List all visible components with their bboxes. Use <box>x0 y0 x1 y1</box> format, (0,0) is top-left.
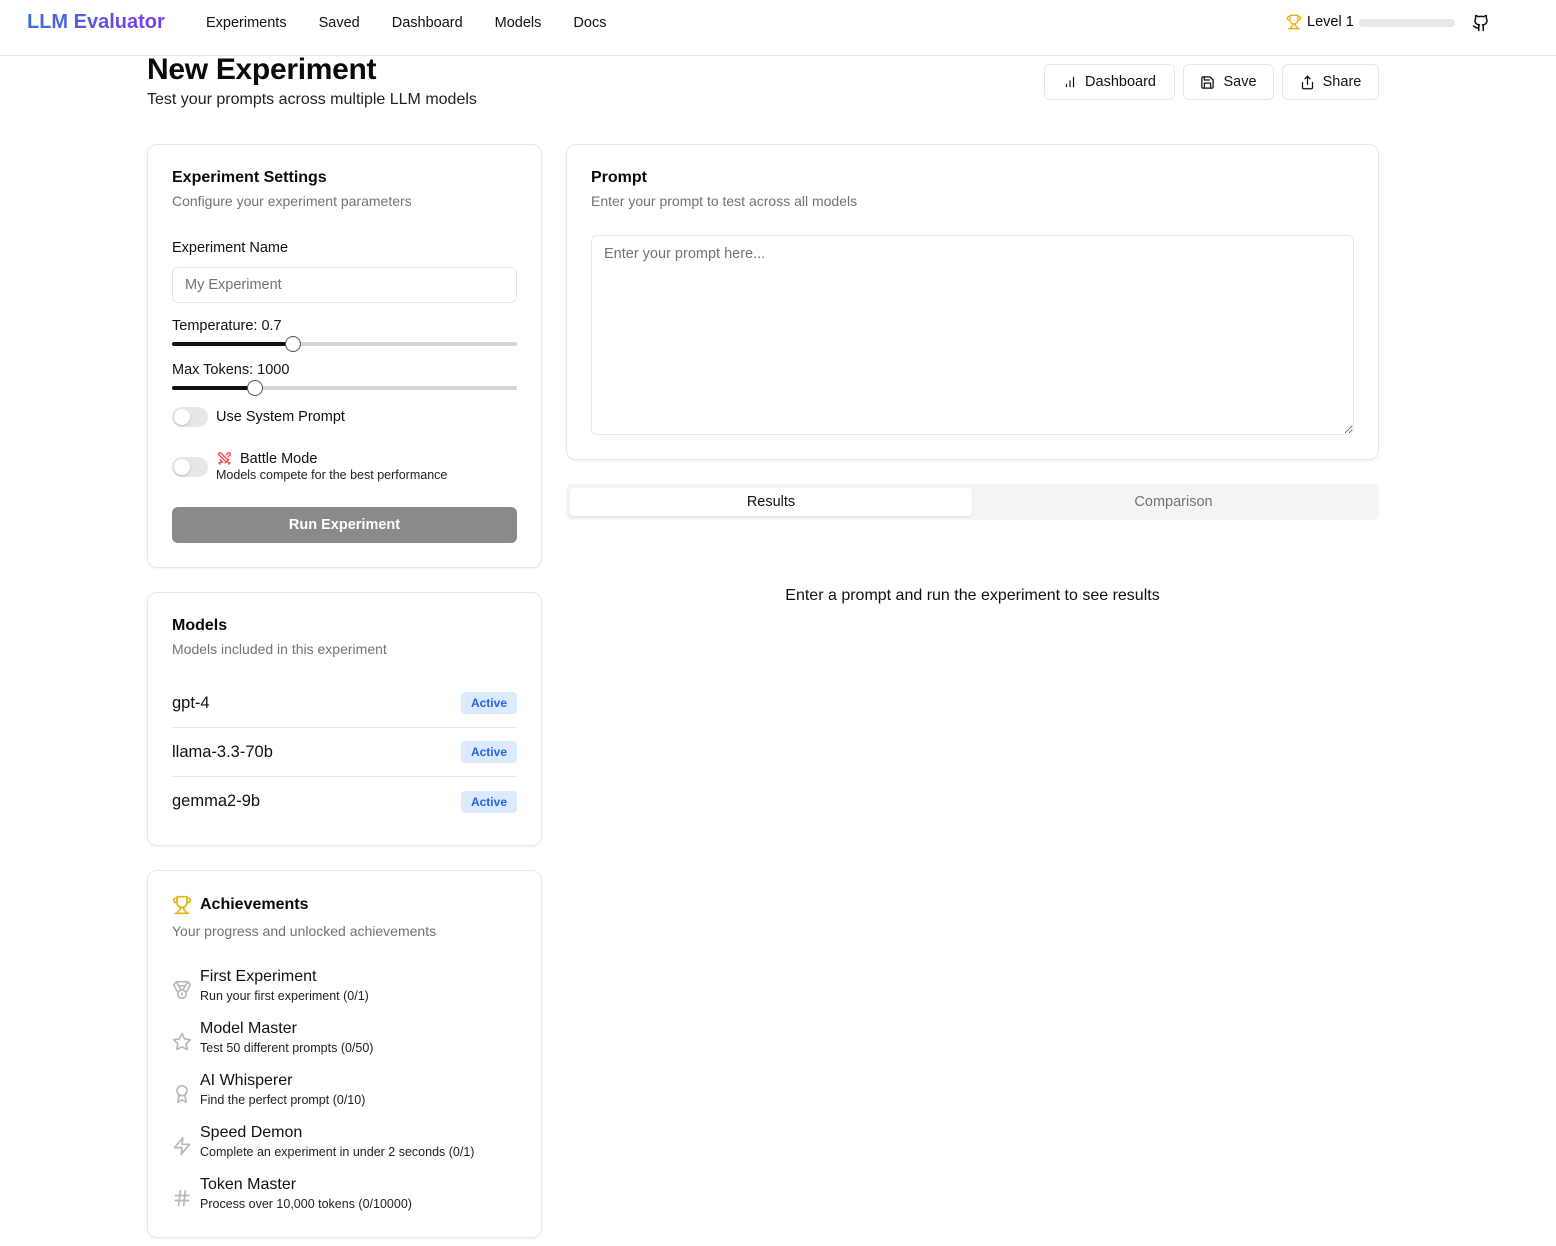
temperature-slider[interactable] <box>172 336 517 352</box>
achievement-first-experiment: First Experiment Run your first experime… <box>172 968 517 1012</box>
page-title: New Experiment <box>147 53 377 86</box>
max-tokens-slider-fill <box>172 386 255 390</box>
achievement-title: AI Whisperer <box>200 1072 293 1089</box>
prompt-description: Enter your prompt to test across all mod… <box>591 193 858 209</box>
level-indicator: Level 1 <box>1286 14 1354 30</box>
nav-link-docs[interactable]: Docs <box>573 15 606 31</box>
temperature-label: Temperature: 0.7 <box>172 318 282 334</box>
achievement-desc: Run your first experiment (0/1) <box>200 989 369 1003</box>
model-name: gpt-4 <box>172 693 210 712</box>
save-button-label: Save <box>1223 74 1257 90</box>
achievements-card: Achievements Your progress and unlocked … <box>147 870 542 1238</box>
brand-logo[interactable]: LLM Evaluator <box>27 11 165 34</box>
status-badge: Active <box>460 790 517 813</box>
achievement-ai-whisperer: AI Whisperer Find the perfect prompt (0/… <box>172 1072 517 1116</box>
empty-results-message: Enter a prompt and run the experiment to… <box>785 587 1160 604</box>
top-nav: LLM Evaluator Experiments Saved Dashboar… <box>0 0 1556 56</box>
achievement-title: Token Master <box>200 1176 297 1193</box>
achievement-title: First Experiment <box>200 968 317 985</box>
max-tokens-slider[interactable] <box>172 380 517 396</box>
system-prompt-label: Use System Prompt <box>216 409 345 425</box>
prompt-textarea[interactable] <box>591 235 1354 435</box>
system-prompt-toggle[interactable] <box>172 407 208 427</box>
share-button-label: Share <box>1322 74 1362 90</box>
save-button[interactable]: Save <box>1183 64 1274 100</box>
battle-mode-toggle-knob <box>174 459 190 475</box>
hash-icon <box>174 1189 190 1207</box>
award-icon <box>176 1084 188 1104</box>
max-tokens-slider-thumb[interactable] <box>246 380 263 396</box>
swords-icon <box>218 452 231 465</box>
share-button[interactable]: Share <box>1282 64 1379 100</box>
level-label: Level 1 <box>1307 14 1354 30</box>
prompt-title: Prompt <box>591 169 647 186</box>
battle-mode-description: Models compete for the best performance <box>216 468 448 482</box>
temperature-slider-fill <box>172 342 293 346</box>
achievement-desc: Find the perfect prompt (0/10) <box>200 1093 366 1107</box>
model-name: llama-3.3-70b <box>172 742 273 761</box>
zap-icon <box>173 1136 191 1156</box>
nav-link-saved[interactable]: Saved <box>319 15 360 31</box>
model-row-gpt-4: gpt-4 Active <box>172 679 517 728</box>
achievement-speed-demon: Speed Demon Complete an experiment in un… <box>172 1124 517 1168</box>
save-icon <box>1201 75 1215 89</box>
battle-mode-label: Battle Mode <box>240 451 318 467</box>
trophy-icon <box>172 895 192 915</box>
achievement-desc: Test 50 different prompts (0/50) <box>200 1041 374 1055</box>
experiment-name-input[interactable] <box>172 267 517 303</box>
trophy-icon <box>1286 14 1302 30</box>
nav-link-dashboard[interactable]: Dashboard <box>392 15 463 31</box>
nav-links: Experiments Saved Dashboard Models Docs <box>206 15 638 31</box>
run-experiment-button[interactable]: Run Experiment <box>172 507 517 543</box>
achievement-token-master: Token Master Process over 10,000 tokens … <box>172 1176 517 1220</box>
settings-description: Configure your experiment parameters <box>172 193 412 209</box>
github-icon[interactable] <box>1472 14 1490 32</box>
status-badge: Active <box>460 741 517 763</box>
models-description: Models included in this experiment <box>172 641 387 657</box>
tab-results[interactable]: Results <box>570 488 972 516</box>
model-row-gemma: gemma2-9b Active <box>172 777 517 826</box>
medal-icon <box>173 980 191 1000</box>
system-prompt-toggle-knob <box>174 409 190 425</box>
dashboard-button[interactable]: Dashboard <box>1044 64 1175 100</box>
bar-chart-icon <box>1065 76 1075 88</box>
models-title: Models <box>172 617 228 634</box>
page-subtitle: Test your prompts across multiple LLM mo… <box>147 91 477 108</box>
level-progress-bar <box>1359 19 1455 27</box>
settings-title: Experiment Settings <box>172 169 327 186</box>
achievement-title: Model Master <box>200 1020 297 1037</box>
achievement-desc: Process over 10,000 tokens (0/10000) <box>200 1197 412 1211</box>
results-tabs: Results Comparison <box>566 484 1379 520</box>
status-badge: Active <box>460 692 517 714</box>
experiment-settings-card: Experiment Settings Configure your exper… <box>147 144 542 568</box>
share-icon <box>1301 75 1313 89</box>
achievement-desc: Complete an experiment in under 2 second… <box>200 1145 475 1159</box>
nav-link-models[interactable]: Models <box>495 15 542 31</box>
experiment-name-label: Experiment Name <box>172 240 289 256</box>
nav-link-experiments[interactable]: Experiments <box>206 15 287 31</box>
achievements-title: Achievements <box>200 896 309 913</box>
model-row-llama: llama-3.3-70b Active <box>172 728 517 777</box>
battle-mode-toggle[interactable] <box>172 457 208 477</box>
dashboard-button-label: Dashboard <box>1085 74 1156 90</box>
models-card: Models Models included in this experimen… <box>147 592 542 846</box>
prompt-card: Prompt Enter your prompt to test across … <box>566 144 1379 460</box>
model-name: gemma2-9b <box>172 792 261 810</box>
achievement-model-master: Model Master Test 50 different prompts (… <box>172 1020 517 1064</box>
tab-comparison[interactable]: Comparison <box>972 488 1375 516</box>
achievement-title: Speed Demon <box>200 1124 303 1141</box>
star-icon <box>172 1032 192 1051</box>
achievements-description: Your progress and unlocked achievements <box>172 923 437 939</box>
max-tokens-label: Max Tokens: 1000 <box>172 362 290 378</box>
temperature-slider-thumb[interactable] <box>284 336 301 352</box>
